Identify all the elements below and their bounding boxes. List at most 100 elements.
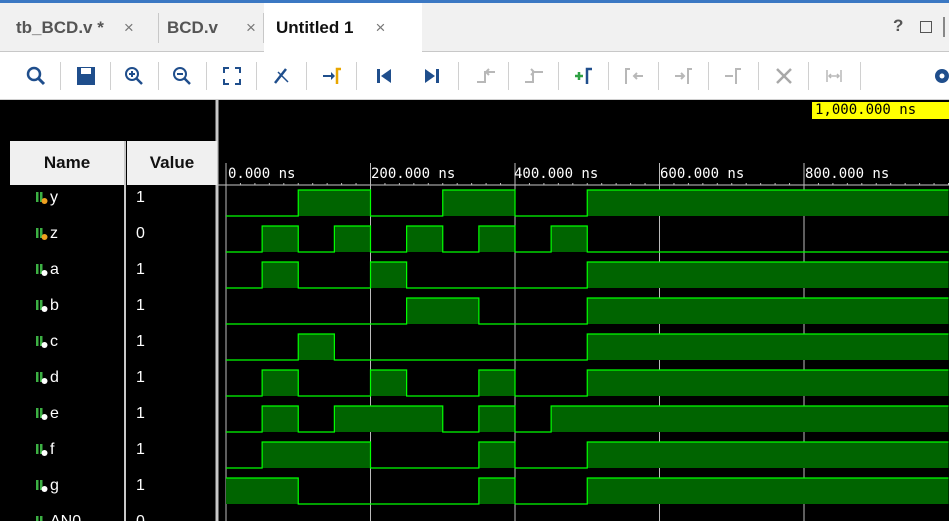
signal-value-y: 1 (136, 189, 145, 206)
signal-value-b: 1 (136, 297, 145, 314)
signal-name-an0[interactable]: AN0 (50, 513, 81, 521)
signal-value-a: 1 (136, 261, 145, 278)
help-button[interactable]: ? (893, 16, 903, 36)
zoom-in-icon[interactable] (122, 64, 146, 88)
save-icon[interactable] (74, 64, 98, 88)
signal-high-segment (587, 370, 949, 396)
tab-label: BCD.v (167, 17, 219, 37)
signal-input-icon (36, 444, 48, 456)
signal-name-c[interactable]: c (50, 333, 58, 351)
signal-name-e[interactable]: e (50, 405, 59, 423)
signal-high-segment (334, 226, 371, 252)
signal-name-a[interactable]: a (50, 261, 59, 279)
signal-high-segment (298, 334, 335, 360)
time-tick-label: 800.000 ns (805, 166, 890, 182)
signal-input-icon (36, 300, 48, 312)
signal-high-segment (226, 478, 299, 504)
tab-tb-bcd[interactable]: tb_BCD.v * × (0, 3, 158, 52)
signal-high-segment (587, 262, 949, 288)
signal-value-f: 1 (136, 441, 145, 458)
signal-high-segment (442, 190, 515, 216)
tab-label: tb_BCD.v * (16, 17, 104, 37)
value-column-header[interactable]: Value (127, 141, 217, 185)
time-tick-label: 400.000 ns (514, 166, 599, 182)
signal-high-segment (262, 442, 371, 468)
signal-high-segment (298, 190, 371, 216)
time-tick-label: 200.000 ns (371, 166, 456, 182)
previous-marker-icon[interactable] (622, 64, 646, 88)
signal-value-z: 0 (136, 225, 145, 242)
signal-high-segment (587, 190, 949, 216)
signal-high-segment (587, 334, 949, 360)
signal-high-segment (478, 478, 515, 504)
cursor-icon[interactable] (270, 64, 294, 88)
go-to-start-icon[interactable] (372, 64, 396, 88)
signal-input-icon (36, 264, 48, 276)
signal-name-z[interactable]: z (50, 225, 58, 243)
previous-transition-icon[interactable] (474, 64, 498, 88)
tab-bcd[interactable]: BCD.v × (159, 3, 263, 52)
go-to-end-icon[interactable] (420, 64, 444, 88)
tab-label: Untitled 1 (276, 17, 354, 37)
signal-input-icon (36, 480, 48, 492)
maximize-icon[interactable] (920, 21, 932, 33)
close-icon[interactable]: × (124, 18, 134, 38)
signal-high-segment (370, 370, 407, 396)
swap-cursors-icon[interactable] (722, 64, 746, 88)
signal-input-icon (36, 336, 48, 348)
signal-high-segment (262, 262, 299, 288)
signal-value-d: 1 (136, 369, 145, 386)
go-to-cursor-icon[interactable] (320, 64, 344, 88)
signal-high-segment (262, 226, 299, 252)
signal-name-y[interactable]: y (50, 189, 58, 207)
signal-high-segment (478, 406, 515, 432)
close-icon[interactable]: × (246, 18, 256, 38)
signal-name-g[interactable]: g (50, 477, 59, 495)
signal-name-b[interactable]: b (50, 297, 59, 315)
signal-high-segment (551, 406, 949, 432)
time-tick-label: 0.000 ns (228, 166, 296, 182)
time-tick-label: 600.000 ns (660, 166, 745, 182)
signal-high-segment (551, 226, 588, 252)
signal-high-segment (262, 406, 299, 432)
signal-name-f[interactable]: f (50, 441, 54, 459)
signal-name-d[interactable]: d (50, 369, 59, 387)
signal-high-segment (587, 298, 949, 324)
signal-value-c: 1 (136, 333, 145, 350)
next-transition-icon[interactable] (522, 64, 546, 88)
name-column-header[interactable]: Name (10, 141, 124, 185)
delete-icon[interactable] (772, 64, 796, 88)
signal-high-segment (478, 370, 515, 396)
signal-value-g: 1 (136, 477, 145, 494)
settings-icon[interactable] (930, 64, 949, 88)
waveform-toolbar (0, 52, 949, 100)
signal-output-icon (36, 228, 48, 240)
signal-high-segment (478, 442, 515, 468)
zoom-fit-icon[interactable] (220, 64, 244, 88)
signal-value-an0: 0 (136, 513, 145, 521)
signal-value-e: 1 (136, 405, 145, 422)
signal-high-segment (587, 442, 949, 468)
signal-output-icon (36, 192, 48, 204)
signal-input-icon (36, 516, 43, 521)
signal-high-segment (334, 406, 443, 432)
signal-high-segment (406, 298, 479, 324)
waveform-window: tb_BCD.v * × BCD.v × Untitled 1 × ? 1,00… (0, 0, 949, 521)
grip-icon (943, 17, 945, 37)
signal-high-segment (262, 370, 299, 396)
search-icon[interactable] (24, 64, 48, 88)
signal-input-icon (36, 372, 48, 384)
signal-high-segment (370, 262, 407, 288)
tab-untitled-1[interactable]: Untitled 1 × (264, 3, 422, 52)
close-icon[interactable]: × (375, 18, 385, 38)
zoom-out-icon[interactable] (170, 64, 194, 88)
add-marker-icon[interactable] (572, 64, 596, 88)
cursor-time-label: 1,000.000 ns (812, 102, 949, 119)
tab-bar: tb_BCD.v * × BCD.v × Untitled 1 × ? (0, 3, 949, 52)
signal-high-segment (406, 226, 443, 252)
signal-high-segment (587, 478, 949, 504)
next-marker-icon[interactable] (672, 64, 696, 88)
snap-icon[interactable] (822, 64, 846, 88)
signal-input-icon (36, 408, 48, 420)
signal-high-segment (478, 226, 515, 252)
